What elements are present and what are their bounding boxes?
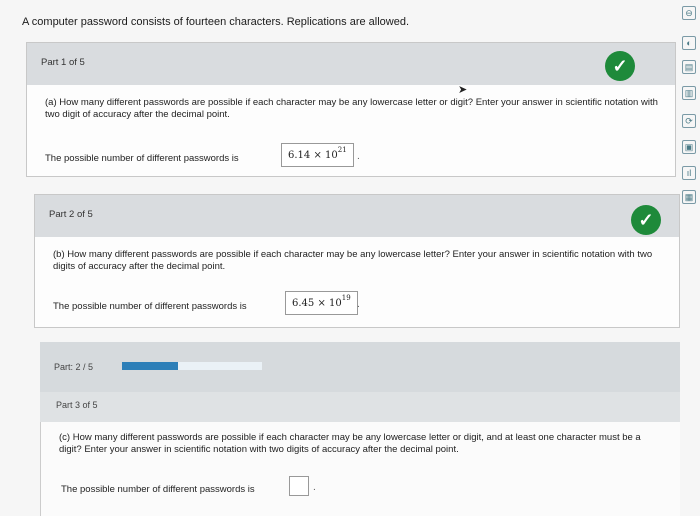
part-1-label: Part 1 of 5 <box>41 57 85 68</box>
part-1-question: (a) How many different passwords are pos… <box>45 97 658 120</box>
notes-icon[interactable]: ▥ <box>682 86 696 100</box>
part-2-question: (b) How many different passwords are pos… <box>53 249 653 272</box>
part-1-answer-label: The possible number of different passwor… <box>45 153 239 164</box>
progress-bar <box>122 362 262 370</box>
part-1-panel: Part 1 of 5 ✓ (a) How many different pas… <box>26 42 676 177</box>
part-1-answer-mantissa: 6.14 × 10 <box>288 149 338 161</box>
question-text: A computer password consists of fourteen… <box>22 16 410 28</box>
part-2-header: Part 2 of 5 ✓ <box>35 195 679 237</box>
check-icon: ✓ <box>605 51 635 81</box>
part-2-label: Part 2 of 5 <box>49 209 93 220</box>
part-3-header: Part 3 of 5 <box>40 392 680 422</box>
part-2-answer-mantissa: 6.45 × 10 <box>292 297 342 309</box>
part-2-answer-label: The possible number of different passwor… <box>53 301 247 312</box>
table-icon[interactable]: ▦ <box>682 190 696 204</box>
part-3-panel: (c) How many different passwords are pos… <box>40 422 680 516</box>
calculator-icon[interactable]: ▣ <box>682 140 696 154</box>
book-icon[interactable]: ▤ <box>682 60 696 74</box>
part-3-answer-field[interactable] <box>289 476 309 496</box>
side-toolbar: ⊖ ◐ ▤ ▥ ⟳ ▣ ıl ▦ <box>678 0 700 204</box>
progress-label: Part: 2 / 5 <box>54 362 94 372</box>
part-1-answer-field[interactable]: 6.14 × 10 21 <box>281 143 354 167</box>
period: . <box>357 151 360 162</box>
chart-icon[interactable]: ıl <box>682 166 696 180</box>
mouse-cursor-icon: ➤ <box>458 84 468 96</box>
help-icon[interactable]: ⟳ <box>682 114 696 128</box>
part-1-answer-exponent: 21 <box>337 146 347 154</box>
period: . <box>357 299 360 310</box>
part-2-panel: Part 2 of 5 ✓ (b) How many different pas… <box>34 194 680 328</box>
part-3-question: (c) How many different passwords are pos… <box>59 432 641 455</box>
part-2-answer-exponent: 19 <box>341 294 351 302</box>
period: . <box>313 482 316 493</box>
check-icon: ✓ <box>631 205 661 235</box>
refresh-icon[interactable]: ◐ <box>682 36 696 50</box>
part-3-answer-label: The possible number of different passwor… <box>61 484 255 495</box>
progress-bar-fill <box>122 362 178 370</box>
part-2-answer-field[interactable]: 6.45 × 10 19 <box>285 291 358 315</box>
progress-row: Part: 2 / 5 <box>40 342 680 392</box>
part-3-label: Part 3 of 5 <box>56 400 98 410</box>
exit-icon[interactable]: ⊖ <box>682 6 696 20</box>
part-1-header: Part 1 of 5 ✓ <box>27 43 675 85</box>
